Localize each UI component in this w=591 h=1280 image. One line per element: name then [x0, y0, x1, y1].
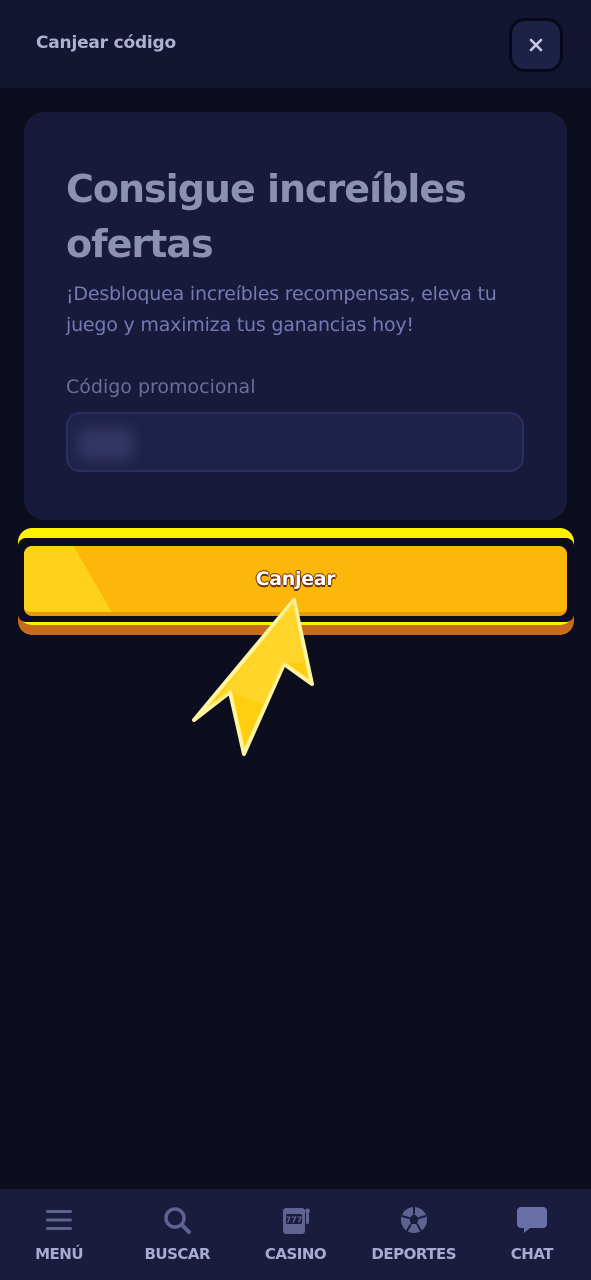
nav-label-casino: CASINO	[264, 1245, 327, 1263]
nav-label-sports: DEPORTES	[371, 1245, 456, 1263]
nav-label-search: BUSCAR	[144, 1245, 211, 1263]
pointer-arrow-icon	[192, 598, 314, 756]
nav-label-menu: MENÚ	[35, 1245, 84, 1263]
redeem-button-label: Canjear	[255, 568, 336, 590]
nav-item-casino[interactable]: 777 CASINO	[236, 1189, 354, 1280]
nav-item-chat[interactable]: CHAT	[473, 1189, 591, 1280]
slot-machine-icon: 777	[280, 1204, 312, 1236]
svg-text:777: 777	[285, 1216, 302, 1225]
nav-item-sports[interactable]: DEPORTES	[355, 1189, 473, 1280]
close-icon	[529, 38, 543, 52]
close-button[interactable]	[509, 18, 563, 72]
page-title: Canjear código	[36, 33, 176, 53]
chat-bubble-icon	[516, 1204, 548, 1236]
bottom-nav: MENÚ BUSCAR 777 CASINO DEPORTES CHAT	[0, 1189, 591, 1280]
nav-label-chat: CHAT	[510, 1245, 554, 1263]
nav-item-search[interactable]: BUSCAR	[118, 1189, 236, 1280]
blurred-code-text	[78, 428, 134, 460]
soccer-ball-icon	[398, 1204, 430, 1236]
card-subtitle: ¡Desbloquea increíbles recompensas, elev…	[66, 283, 497, 336]
menu-icon	[43, 1204, 75, 1236]
promo-code-input[interactable]	[66, 412, 524, 472]
search-icon	[161, 1204, 193, 1236]
nav-item-menu[interactable]: MENÚ	[0, 1189, 118, 1280]
header: Canjear código	[0, 0, 591, 88]
card-title: Consigue increíbles ofertas	[66, 167, 467, 266]
promo-code-label: Código promocional	[66, 376, 256, 398]
